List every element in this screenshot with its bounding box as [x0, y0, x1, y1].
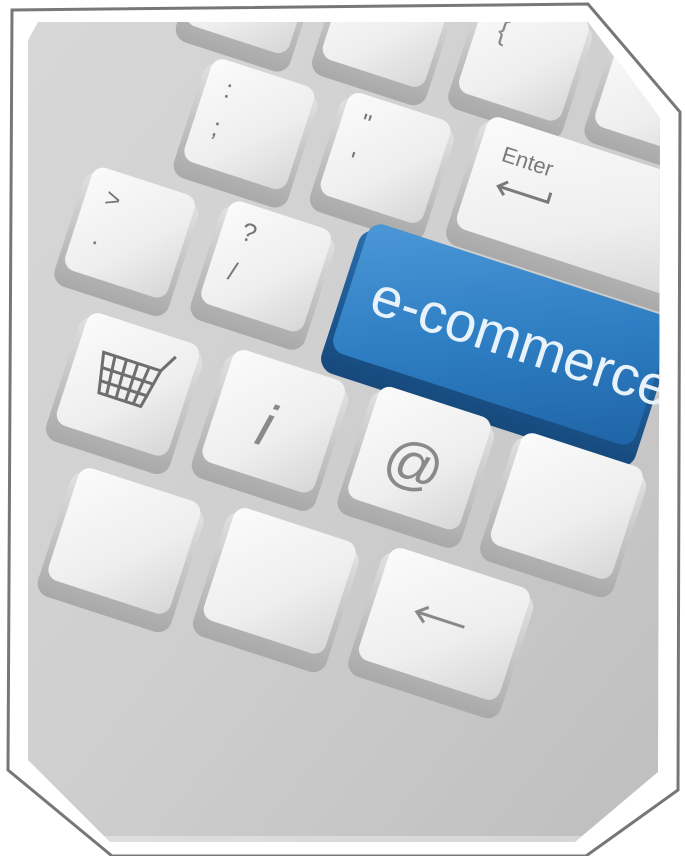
photo-frame: L P { [ : — [0, 0, 685, 858]
keyboard-photo: L P { [ : — [6, 2, 682, 858]
